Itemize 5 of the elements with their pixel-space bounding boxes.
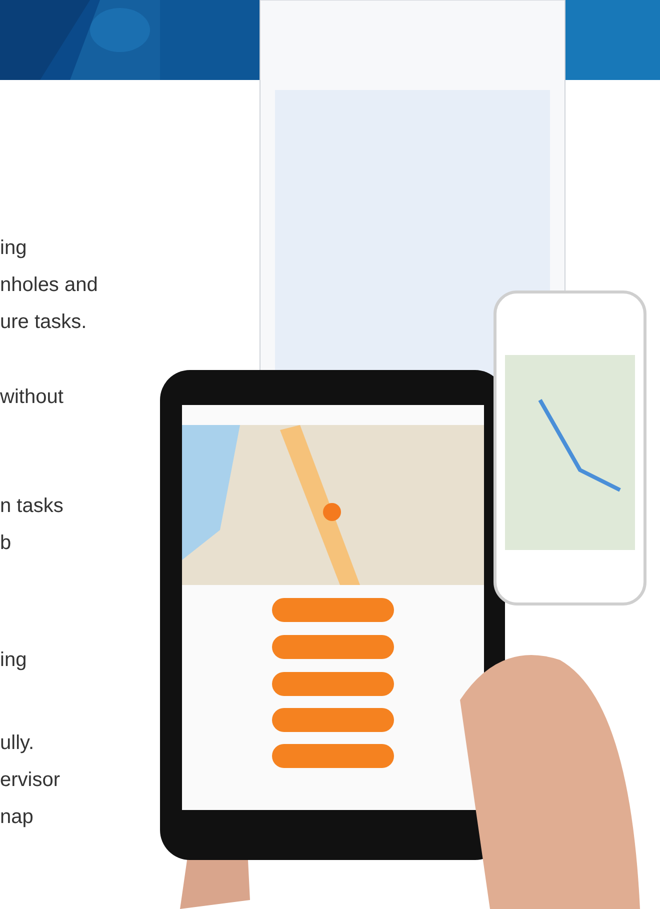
paragraph: ing nholes and ure tasks.	[0, 236, 99, 335]
paragraph: ully. ervisor nap	[0, 731, 62, 830]
paragraph: without	[0, 385, 64, 410]
paragraph: n tasks b	[0, 494, 64, 556]
paragraph: ing	[0, 648, 28, 673]
